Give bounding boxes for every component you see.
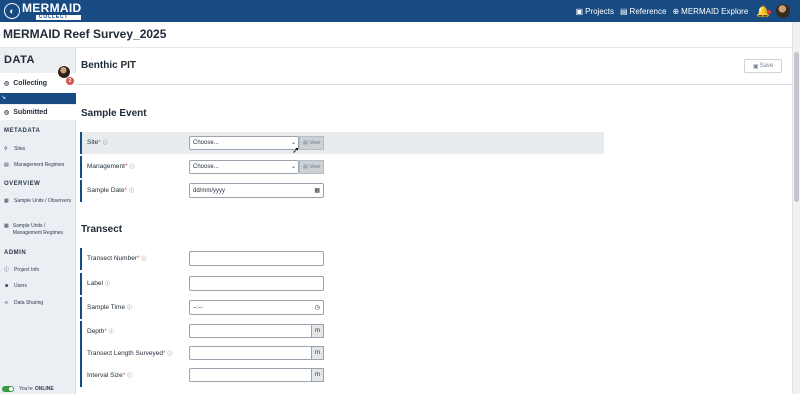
site-select[interactable]: Choose... ⌄ <box>189 136 299 150</box>
clipboard-icon: ▤ <box>4 162 9 168</box>
users-icon: ☻ <box>4 283 10 289</box>
metadata-heading: METADATA <box>4 128 41 134</box>
site-view-button[interactable]: ▤ View <box>299 136 324 150</box>
transect-heading: Transect <box>81 224 123 235</box>
label-row: Label ⓘ <box>80 273 604 295</box>
sample-date-input[interactable]: dd/mm/yyyy ▦ <box>189 183 324 198</box>
notification-bell-icon[interactable]: 🔔 <box>756 5 771 18</box>
depth-label: Depth* ⓘ <box>87 328 114 335</box>
sample-time-input[interactable]: --:-- ◷ <box>189 300 324 315</box>
collecting-count-badge: 2 <box>66 77 74 85</box>
chevron-down-icon: ⌄ <box>290 164 296 170</box>
sample-date-label: Sample Date* ⓘ <box>87 187 135 194</box>
sidebar: DATA ◎ Collecting 2 ↘ ◎ Submitted METADA… <box>0 48 76 394</box>
view-icon: ▤ <box>303 164 308 170</box>
sample-time-label: Sample Time ⓘ <box>87 304 132 311</box>
management-row: Management* ⓘ Choose... ⌄ ▤ View <box>80 156 604 178</box>
site-label: Site* ⓘ <box>87 139 108 146</box>
sidebar-item-su-management[interactable]: ▦ Sample Units / Management Regimes <box>4 223 74 237</box>
info-circle-icon: ⓘ <box>129 188 135 194</box>
info-circle-icon: ⓘ <box>167 351 173 357</box>
info-circle-icon: ⓘ <box>126 305 132 311</box>
share-icon: ⋖ <box>4 300 9 306</box>
admin-heading: ADMIN <box>4 250 27 256</box>
management-label: Management* ⓘ <box>87 163 135 170</box>
sidebar-item-users[interactable]: ☻ Users <box>4 283 74 290</box>
info-circle-icon: ⓘ <box>104 281 110 287</box>
sidebar-item-su-observers[interactable]: ▦ Sample Units / Observers <box>4 198 74 205</box>
info-circle-icon: ⓘ <box>4 267 10 273</box>
interval-size-row: Interval Size* ⓘ m <box>80 365 604 387</box>
interval-size-unit: m <box>311 368 324 382</box>
sidebar-item-project-info[interactable]: ⓘ Project Info <box>4 267 74 274</box>
user-avatar[interactable] <box>776 4 790 18</box>
management-select[interactable]: Choose... ⌄ <box>189 160 299 174</box>
page-scrollbar[interactable] <box>792 22 800 394</box>
depth-unit: m <box>311 324 324 338</box>
sidebar-item-sites[interactable]: ⚲ Sites <box>4 146 74 153</box>
logo-title: MERMAID <box>22 1 82 15</box>
save-icon: ▣ <box>752 63 759 70</box>
nav-explore[interactable]: ⊕ MERMAID Explore <box>672 7 748 16</box>
sidebar-data-title: DATA <box>4 54 35 66</box>
location-icon: ⚲ <box>4 146 8 152</box>
transect-length-unit: m <box>311 346 324 360</box>
check-circle-icon: ◎ <box>4 110 10 116</box>
depth-input[interactable]: m <box>189 324 324 338</box>
nav-projects[interactable]: ▣ Projects <box>576 7 614 16</box>
project-title-bar: MERMAID Reef Survey_2025 <box>0 22 800 48</box>
transect-length-row: Transect Length Surveyed* ⓘ m <box>80 343 604 365</box>
site-row: Site* ⓘ Choose... ⌄ ▤ View <box>80 132 604 154</box>
projects-icon: ▣ <box>575 6 584 16</box>
sidebar-item-data-sharing[interactable]: ⋖ Data Sharing <box>4 300 74 307</box>
sidebar-item-management-regimes[interactable]: ▤ Management Regimes <box>4 162 74 169</box>
logo-subtitle: COLLECT <box>36 15 82 20</box>
view-icon: ▤ <box>303 140 308 146</box>
logo-mark-icon: ◐ <box>4 3 20 19</box>
transect-length-label: Transect Length Surveyed* ⓘ <box>87 350 173 357</box>
nav-reference[interactable]: ▤ Reference <box>620 7 666 16</box>
transect-length-input[interactable]: m <box>189 346 324 360</box>
info-circle-icon: ⓘ <box>127 373 133 379</box>
interval-size-input[interactable]: m <box>189 368 324 382</box>
transect-number-row: Transect Number* ⓘ <box>80 248 604 270</box>
overview-heading: OVERVIEW <box>4 181 41 187</box>
sidebar-item-submitted[interactable]: ◎ Submitted <box>0 105 76 120</box>
table-icon: ▦ <box>4 223 9 229</box>
management-view-button[interactable]: ▤ View <box>299 160 324 174</box>
sample-time-row: Sample Time ⓘ --:-- ◷ <box>80 297 604 319</box>
table-icon: ▦ <box>4 198 9 204</box>
online-toggle[interactable] <box>2 386 14 392</box>
sample-date-row: Sample Date* ⓘ dd/mm/yyyy ▦ <box>80 180 604 202</box>
project-title: MERMAID Reef Survey_2025 <box>3 27 167 41</box>
transect-number-label: Transect Number* ⓘ <box>87 255 147 262</box>
label-input[interactable] <box>189 276 324 291</box>
form-header: Benthic PIT ▣ Save <box>76 48 792 85</box>
notification-dot <box>767 9 771 14</box>
save-button[interactable]: ▣ Save <box>744 59 782 73</box>
info-circle-icon: ⓘ <box>141 256 147 262</box>
info-circle-icon: ⓘ <box>108 329 114 335</box>
clock-icon[interactable]: ◷ <box>315 304 320 311</box>
globe-icon: ⊕ <box>672 6 680 16</box>
info-circle-icon: ⓘ <box>102 140 108 146</box>
mermaid-logo[interactable]: ◐ MERMAID COLLECT <box>4 0 82 22</box>
label-label: Label ⓘ <box>87 280 110 287</box>
top-navbar: ◐ MERMAID COLLECT ▣ Projects ▤ Reference… <box>0 0 800 22</box>
depth-row: Depth* ⓘ m <box>80 321 604 343</box>
interval-size-label: Interval Size* ⓘ <box>87 372 133 379</box>
check-circle-icon: ◎ <box>4 80 10 87</box>
collecting-active-indicator: ↘ <box>0 93 76 104</box>
form-title: Benthic PIT <box>81 60 137 71</box>
transect-number-input[interactable] <box>189 251 324 266</box>
main-content: Benthic PIT ▣ Save Sample Event Site* ⓘ C… <box>76 48 792 394</box>
reference-icon: ▤ <box>619 6 628 16</box>
sample-event-heading: Sample Event <box>81 108 147 119</box>
online-status: You're ONLINE <box>2 386 54 392</box>
info-circle-icon: ⓘ <box>129 164 135 170</box>
calendar-icon[interactable]: ▦ <box>314 187 320 194</box>
mouse-pointer-icon: ➚ <box>292 145 300 155</box>
scrollbar-thumb[interactable] <box>794 52 799 202</box>
